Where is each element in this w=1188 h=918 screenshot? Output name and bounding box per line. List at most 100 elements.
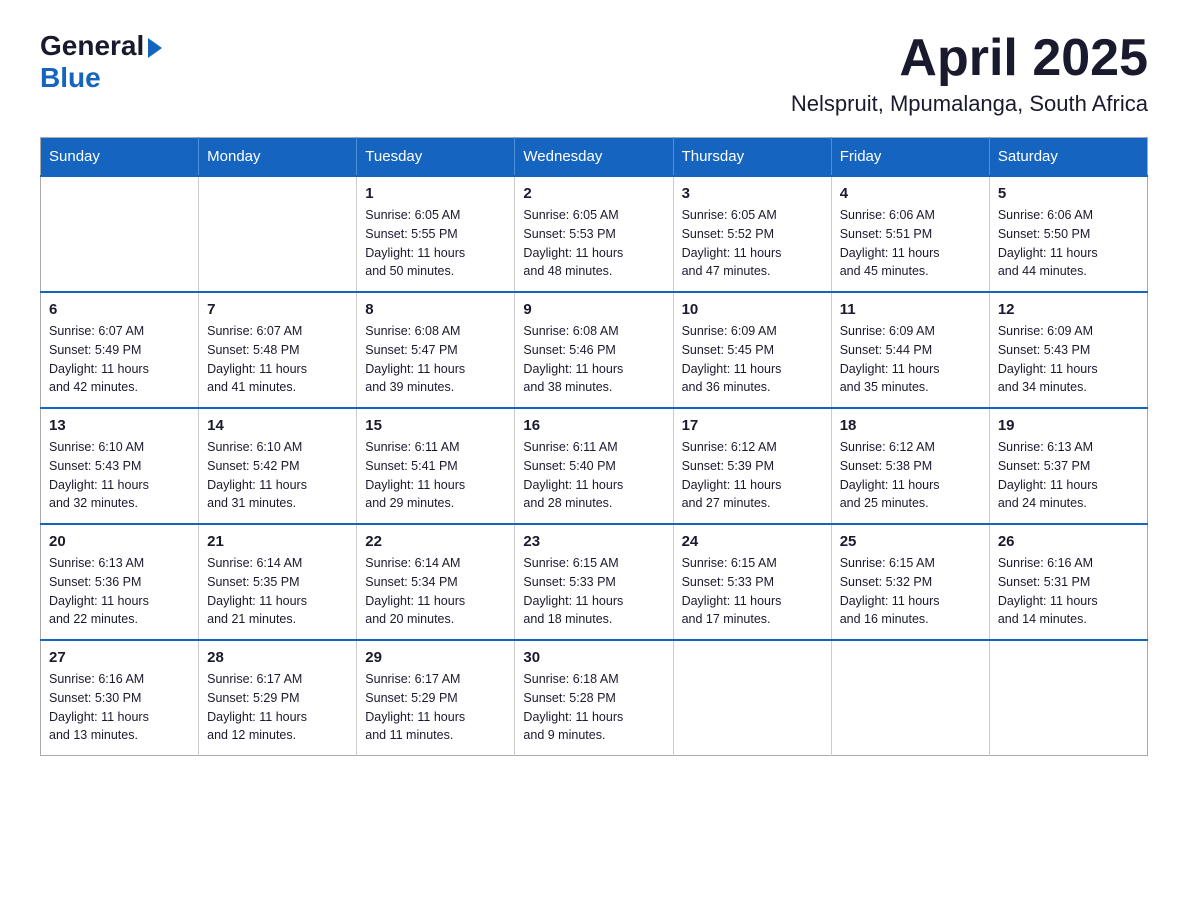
day-info: Sunrise: 6:16 AMSunset: 5:30 PMDaylight:… bbox=[49, 670, 190, 745]
day-number: 2 bbox=[523, 185, 664, 202]
day-number: 15 bbox=[365, 417, 506, 434]
day-number: 24 bbox=[682, 533, 823, 550]
calendar-cell: 26 Sunrise: 6:16 AMSunset: 5:31 PMDayligh… bbox=[989, 524, 1147, 640]
day-info: Sunrise: 6:06 AMSunset: 5:50 PMDaylight:… bbox=[998, 206, 1139, 281]
calendar-cell: 18Sunrise: 6:12 AMSunset: 5:38 PMDayligh… bbox=[831, 408, 989, 524]
calendar-table: SundayMondayTuesdayWednesdayThursdayFrid… bbox=[40, 137, 1148, 756]
weekday-header-sunday: Sunday bbox=[41, 138, 199, 177]
calendar-week-5: 27 Sunrise: 6:16 AMSunset: 5:30 PMDayligh… bbox=[41, 640, 1148, 756]
logo-arrow-icon bbox=[148, 38, 162, 58]
calendar-cell bbox=[831, 640, 989, 756]
day-info: Sunrise: 6:07 AMSunset: 5:49 PMDaylight:… bbox=[49, 322, 190, 397]
day-info: Sunrise: 6:13 AMSunset: 5:37 PMDaylight:… bbox=[998, 438, 1139, 513]
logo-general: General bbox=[40, 30, 144, 62]
calendar-cell: 12 Sunrise: 6:09 AMSunset: 5:43 PMDayligh… bbox=[989, 292, 1147, 408]
day-info: Sunrise: 6:08 AMSunset: 5:46 PMDaylight:… bbox=[523, 322, 664, 397]
day-number: 11 bbox=[840, 301, 981, 318]
calendar-subtitle: Nelspruit, Mpumalanga, South Africa bbox=[791, 91, 1148, 117]
calendar-cell: 4 Sunrise: 6:06 AMSunset: 5:51 PMDaylight… bbox=[831, 176, 989, 292]
day-info: Sunrise: 6:09 AMSunset: 5:44 PMDaylight:… bbox=[840, 322, 981, 397]
day-number: 30 bbox=[523, 649, 664, 666]
calendar-cell: 25 Sunrise: 6:15 AMSunset: 5:32 PMDayligh… bbox=[831, 524, 989, 640]
calendar-cell: 19 Sunrise: 6:13 AMSunset: 5:37 PMDayligh… bbox=[989, 408, 1147, 524]
day-info: Sunrise: 6:06 AMSunset: 5:51 PMDaylight:… bbox=[840, 206, 981, 281]
day-info: Sunrise: 6:10 AMSunset: 5:43 PMDaylight:… bbox=[49, 438, 190, 513]
day-info: Sunrise: 6:15 AMSunset: 5:32 PMDaylight:… bbox=[840, 554, 981, 629]
day-info: Sunrise: 6:05 AMSunset: 5:53 PMDaylight:… bbox=[523, 206, 664, 281]
calendar-cell: 22Sunrise: 6:14 AMSunset: 5:34 PMDayligh… bbox=[357, 524, 515, 640]
day-number: 13 bbox=[49, 417, 190, 434]
weekday-header-thursday: Thursday bbox=[673, 138, 831, 177]
calendar-cell: 15 Sunrise: 6:11 AMSunset: 5:41 PMDayligh… bbox=[357, 408, 515, 524]
calendar-cell: 17Sunrise: 6:12 AMSunset: 5:39 PMDayligh… bbox=[673, 408, 831, 524]
day-info: Sunrise: 6:05 AMSunset: 5:52 PMDaylight:… bbox=[682, 206, 823, 281]
calendar-cell: 28Sunrise: 6:17 AMSunset: 5:29 PMDayligh… bbox=[199, 640, 357, 756]
calendar-body: 1Sunrise: 6:05 AMSunset: 5:55 PMDaylight… bbox=[41, 176, 1148, 756]
calendar-cell bbox=[673, 640, 831, 756]
day-info: Sunrise: 6:09 AMSunset: 5:43 PMDaylight:… bbox=[998, 322, 1139, 397]
day-info: Sunrise: 6:07 AMSunset: 5:48 PMDaylight:… bbox=[207, 322, 348, 397]
day-info: Sunrise: 6:12 AMSunset: 5:38 PMDaylight:… bbox=[840, 438, 981, 513]
logo: General Blue bbox=[40, 30, 162, 94]
day-number: 16 bbox=[523, 417, 664, 434]
calendar-cell: 29 Sunrise: 6:17 AMSunset: 5:29 PMDayligh… bbox=[357, 640, 515, 756]
day-number: 26 bbox=[998, 533, 1139, 550]
weekday-header-friday: Friday bbox=[831, 138, 989, 177]
calendar-cell: 2 Sunrise: 6:05 AMSunset: 5:53 PMDaylight… bbox=[515, 176, 673, 292]
calendar-cell bbox=[199, 176, 357, 292]
day-number: 4 bbox=[840, 185, 981, 202]
day-number: 10 bbox=[682, 301, 823, 318]
day-number: 14 bbox=[207, 417, 348, 434]
logo-blue: Blue bbox=[40, 62, 162, 94]
calendar-cell bbox=[989, 640, 1147, 756]
calendar-cell: 5 Sunrise: 6:06 AMSunset: 5:50 PMDaylight… bbox=[989, 176, 1147, 292]
day-number: 9 bbox=[523, 301, 664, 318]
page-header: General Blue April 2025 Nelspruit, Mpuma… bbox=[40, 30, 1148, 117]
day-info: Sunrise: 6:14 AMSunset: 5:34 PMDaylight:… bbox=[365, 554, 506, 629]
calendar-cell: 6Sunrise: 6:07 AMSunset: 5:49 PMDaylight… bbox=[41, 292, 199, 408]
calendar-cell: 10 Sunrise: 6:09 AMSunset: 5:45 PMDayligh… bbox=[673, 292, 831, 408]
day-info: Sunrise: 6:15 AMSunset: 5:33 PMDaylight:… bbox=[523, 554, 664, 629]
calendar-cell: 9 Sunrise: 6:08 AMSunset: 5:46 PMDaylight… bbox=[515, 292, 673, 408]
day-info: Sunrise: 6:09 AMSunset: 5:45 PMDaylight:… bbox=[682, 322, 823, 397]
day-number: 12 bbox=[998, 301, 1139, 318]
day-number: 17 bbox=[682, 417, 823, 434]
day-info: Sunrise: 6:11 AMSunset: 5:41 PMDaylight:… bbox=[365, 438, 506, 513]
calendar-week-3: 13 Sunrise: 6:10 AMSunset: 5:43 PMDayligh… bbox=[41, 408, 1148, 524]
calendar-cell: 16Sunrise: 6:11 AMSunset: 5:40 PMDayligh… bbox=[515, 408, 673, 524]
calendar-cell: 30 Sunrise: 6:18 AMSunset: 5:28 PMDayligh… bbox=[515, 640, 673, 756]
day-number: 20 bbox=[49, 533, 190, 550]
calendar-cell: 3 Sunrise: 6:05 AMSunset: 5:52 PMDaylight… bbox=[673, 176, 831, 292]
calendar-cell: 24 Sunrise: 6:15 AMSunset: 5:33 PMDayligh… bbox=[673, 524, 831, 640]
day-number: 7 bbox=[207, 301, 348, 318]
day-number: 29 bbox=[365, 649, 506, 666]
day-number: 5 bbox=[998, 185, 1139, 202]
calendar-cell: 23 Sunrise: 6:15 AMSunset: 5:33 PMDayligh… bbox=[515, 524, 673, 640]
calendar-cell: 1Sunrise: 6:05 AMSunset: 5:55 PMDaylight… bbox=[357, 176, 515, 292]
day-info: Sunrise: 6:15 AMSunset: 5:33 PMDaylight:… bbox=[682, 554, 823, 629]
day-number: 27 bbox=[49, 649, 190, 666]
calendar-title: April 2025 bbox=[791, 30, 1148, 87]
day-number: 1 bbox=[365, 185, 506, 202]
day-number: 25 bbox=[840, 533, 981, 550]
day-info: Sunrise: 6:17 AMSunset: 5:29 PMDaylight:… bbox=[207, 670, 348, 745]
day-info: Sunrise: 6:18 AMSunset: 5:28 PMDaylight:… bbox=[523, 670, 664, 745]
day-info: Sunrise: 6:13 AMSunset: 5:36 PMDaylight:… bbox=[49, 554, 190, 629]
day-info: Sunrise: 6:17 AMSunset: 5:29 PMDaylight:… bbox=[365, 670, 506, 745]
day-number: 19 bbox=[998, 417, 1139, 434]
day-number: 23 bbox=[523, 533, 664, 550]
day-info: Sunrise: 6:14 AMSunset: 5:35 PMDaylight:… bbox=[207, 554, 348, 629]
calendar-cell bbox=[41, 176, 199, 292]
calendar-week-1: 1Sunrise: 6:05 AMSunset: 5:55 PMDaylight… bbox=[41, 176, 1148, 292]
day-number: 21 bbox=[207, 533, 348, 550]
weekday-header-wednesday: Wednesday bbox=[515, 138, 673, 177]
day-info: Sunrise: 6:16 AMSunset: 5:31 PMDaylight:… bbox=[998, 554, 1139, 629]
calendar-cell: 8Sunrise: 6:08 AMSunset: 5:47 PMDaylight… bbox=[357, 292, 515, 408]
day-number: 3 bbox=[682, 185, 823, 202]
calendar-cell: 11 Sunrise: 6:09 AMSunset: 5:44 PMDayligh… bbox=[831, 292, 989, 408]
calendar-week-4: 20 Sunrise: 6:13 AMSunset: 5:36 PMDayligh… bbox=[41, 524, 1148, 640]
calendar-cell: 7 Sunrise: 6:07 AMSunset: 5:48 PMDaylight… bbox=[199, 292, 357, 408]
weekday-header-monday: Monday bbox=[199, 138, 357, 177]
calendar-cell: 27 Sunrise: 6:16 AMSunset: 5:30 PMDayligh… bbox=[41, 640, 199, 756]
calendar-cell: 20 Sunrise: 6:13 AMSunset: 5:36 PMDayligh… bbox=[41, 524, 199, 640]
